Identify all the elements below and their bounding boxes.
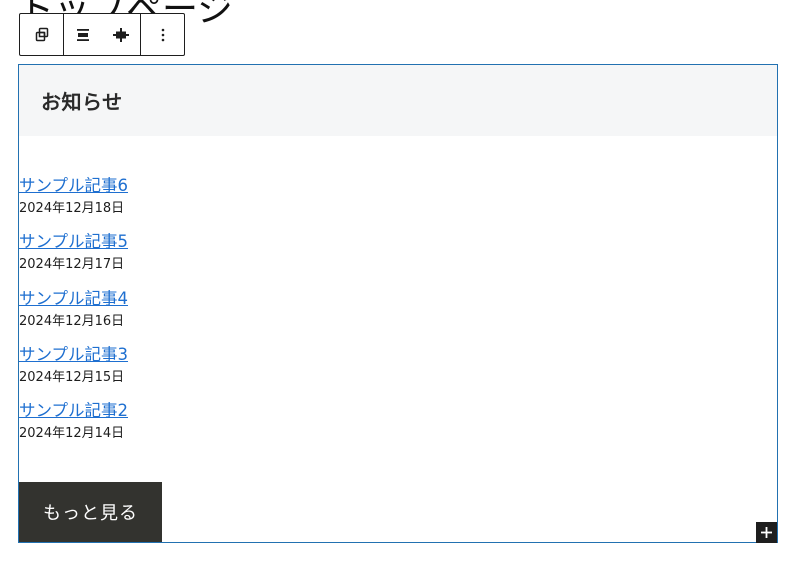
- post-date: 2024年12月15日: [19, 369, 125, 385]
- post-date: 2024年12月17日: [19, 257, 125, 273]
- plus-icon: [761, 523, 772, 542]
- post-item: サンプル記事6 2024年12月18日: [19, 175, 128, 231]
- more-options-icon: [161, 28, 165, 42]
- post-title-link[interactable]: サンプル記事5: [19, 231, 128, 256]
- post-date: 2024年12月14日: [19, 426, 125, 441]
- post-title-link[interactable]: サンプル記事4: [19, 288, 128, 313]
- toolbar-group-align: [64, 14, 141, 55]
- more-options-button[interactable]: [141, 14, 184, 55]
- post-title-link[interactable]: サンプル記事6: [19, 175, 128, 200]
- justify-button[interactable]: [102, 14, 140, 55]
- block-transform-icon: [34, 27, 50, 43]
- post-title-link[interactable]: サンプル記事3: [19, 344, 128, 369]
- post-item: サンプル記事2 2024年12月14日: [19, 400, 128, 456]
- toolbar-group-options: [141, 14, 184, 55]
- block-transform-button[interactable]: [20, 14, 63, 55]
- block-header: お知らせ: [19, 65, 777, 136]
- post-date: 2024年12月18日: [19, 201, 125, 216]
- justify-icon: [112, 27, 130, 43]
- editor-canvas: トップページ: [0, 0, 800, 564]
- post-item: サンプル記事5 2024年12月17日: [19, 231, 128, 287]
- post-item: サンプル記事3 2024年12月15日: [19, 344, 128, 400]
- block-heading[interactable]: お知らせ: [41, 86, 123, 115]
- post-title-link[interactable]: サンプル記事2: [19, 400, 128, 425]
- toolbar-group-transform: [20, 14, 64, 55]
- align-icon: [75, 27, 91, 43]
- block-toolbar: [19, 13, 185, 56]
- block-inserter-button[interactable]: [756, 522, 777, 543]
- align-button[interactable]: [64, 14, 102, 55]
- news-block[interactable]: お知らせ サンプル記事6 2024年12月18日 サンプル記事5 2024年12…: [18, 64, 778, 543]
- post-item: サンプル記事4 2024年12月16日: [19, 288, 128, 344]
- post-list: サンプル記事6 2024年12月18日 サンプル記事5 2024年12月17日 …: [19, 175, 128, 456]
- post-date: 2024年12月16日: [19, 313, 125, 329]
- more-button[interactable]: もっと見る: [19, 482, 162, 542]
